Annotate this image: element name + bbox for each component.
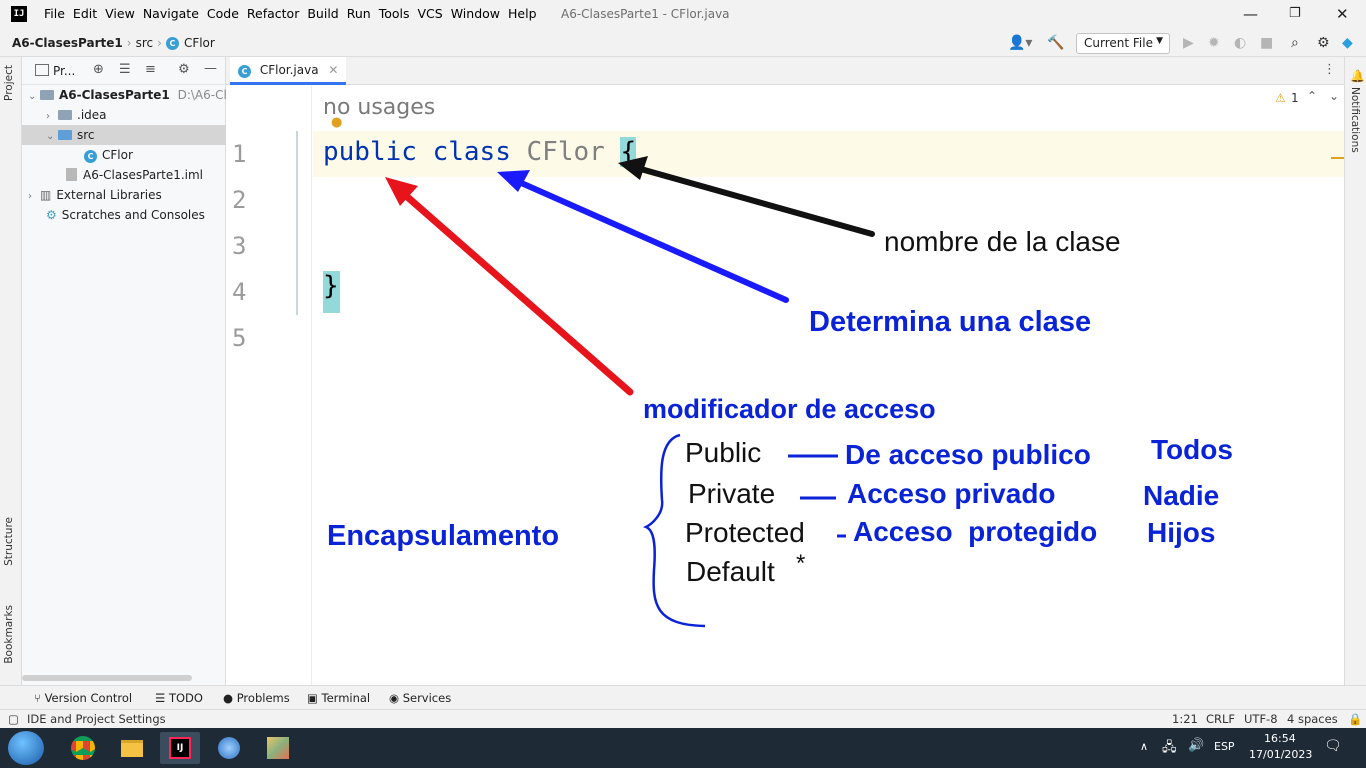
chrome-icon: [71, 736, 95, 760]
blue-arrow: [497, 170, 789, 303]
volume-icon[interactable]: 🔊: [1188, 738, 1204, 753]
folder-icon: [121, 740, 143, 757]
tool-problems[interactable]: ● Problems: [223, 691, 290, 705]
tool-todo[interactable]: ☰ TODO: [155, 691, 203, 705]
annotation-arrows: [385, 156, 875, 628]
paint-icon: [267, 737, 289, 759]
windows-taskbar: IJ ∧ 🖧 🔊 ESP 16:54 17/01/2023 🗨: [0, 728, 1366, 768]
status-bar: ▢ IDE and Project Settings 1:21 CRLF UTF…: [0, 709, 1366, 728]
explorer-taskbar-button[interactable]: [112, 732, 152, 764]
line-separator[interactable]: CRLF: [1206, 712, 1235, 726]
paint-taskbar-button[interactable]: [258, 732, 298, 764]
black-arrow: [618, 156, 875, 237]
tool-label: Problems: [236, 691, 290, 705]
intellij-icon: IJ: [169, 737, 191, 759]
right-tool-strip: 🔔 Notifications: [1344, 57, 1366, 685]
tool-label: Terminal: [321, 691, 371, 705]
tool-services[interactable]: ◉ Services: [389, 691, 451, 705]
file-encoding[interactable]: UTF-8: [1244, 712, 1278, 726]
tool-version-control[interactable]: ⑂ Version Control: [34, 691, 132, 705]
services-icon: ◉: [389, 691, 403, 705]
who-public: Todos: [1151, 434, 1233, 465]
tool-label: Version Control: [44, 691, 133, 705]
intellij-taskbar-button[interactable]: IJ: [160, 732, 200, 764]
status-message[interactable]: IDE and Project Settings: [27, 712, 166, 726]
modifier-default: Default: [686, 556, 775, 587]
notification-center-icon[interactable]: 🗨: [1324, 738, 1342, 754]
lock-icon[interactable]: 🔒: [1348, 712, 1362, 726]
annotation-determina: Determina una clase: [809, 306, 1092, 338]
problems-icon: ●: [223, 691, 237, 705]
notifications-side-tab[interactable]: Notifications: [1349, 87, 1361, 153]
terminal-icon: ▣: [307, 691, 322, 705]
tool-window-bar: ⑂ Version Control ☰ TODO ● Problems ▣ Te…: [0, 685, 1366, 709]
list-icon: ☰: [155, 691, 169, 705]
chevron-up-icon[interactable]: ∧: [1140, 740, 1148, 753]
modifier-private: Private: [688, 478, 776, 509]
default-asterisk: *: [796, 550, 806, 577]
tool-terminal[interactable]: ▣ Terminal: [307, 691, 370, 705]
red-arrow: [385, 177, 634, 396]
annotation-encapsulamento: Encapsulamento: [327, 520, 560, 552]
chrome-taskbar-button[interactable]: [63, 732, 103, 764]
globe-icon: [218, 737, 240, 759]
tool-label: TODO: [168, 691, 203, 705]
who-private: Nadie: [1143, 480, 1220, 511]
tool-label: Services: [402, 691, 452, 705]
app-taskbar-button[interactable]: [209, 732, 249, 764]
desc-protected: Acceso protegido: [853, 516, 1098, 547]
desc-public: De acceso publico: [845, 439, 1091, 470]
clock-date[interactable]: 17/01/2023: [1249, 748, 1312, 761]
desc-private: Acceso privado: [847, 478, 1056, 509]
settings-square-icon[interactable]: ▢: [8, 712, 19, 726]
bell-icon[interactable]: 🔔: [1350, 69, 1365, 83]
start-button[interactable]: [8, 731, 44, 765]
annotation-nombre: nombre de la clase: [884, 226, 1121, 257]
language-indicator[interactable]: ESP: [1214, 740, 1235, 753]
caret-position[interactable]: 1:21: [1172, 712, 1198, 726]
who-protected: Hijos: [1147, 517, 1216, 548]
indent-setting[interactable]: 4 spaces: [1287, 712, 1338, 726]
modifier-public: Public: [685, 437, 762, 468]
modifier-protected: Protected: [685, 517, 805, 548]
clock-time[interactable]: 16:54: [1264, 732, 1296, 745]
annotation-modificador: modificador de acceso: [643, 394, 936, 424]
branch-icon: ⑂: [34, 691, 45, 705]
network-icon[interactable]: 🖧: [1162, 738, 1177, 760]
